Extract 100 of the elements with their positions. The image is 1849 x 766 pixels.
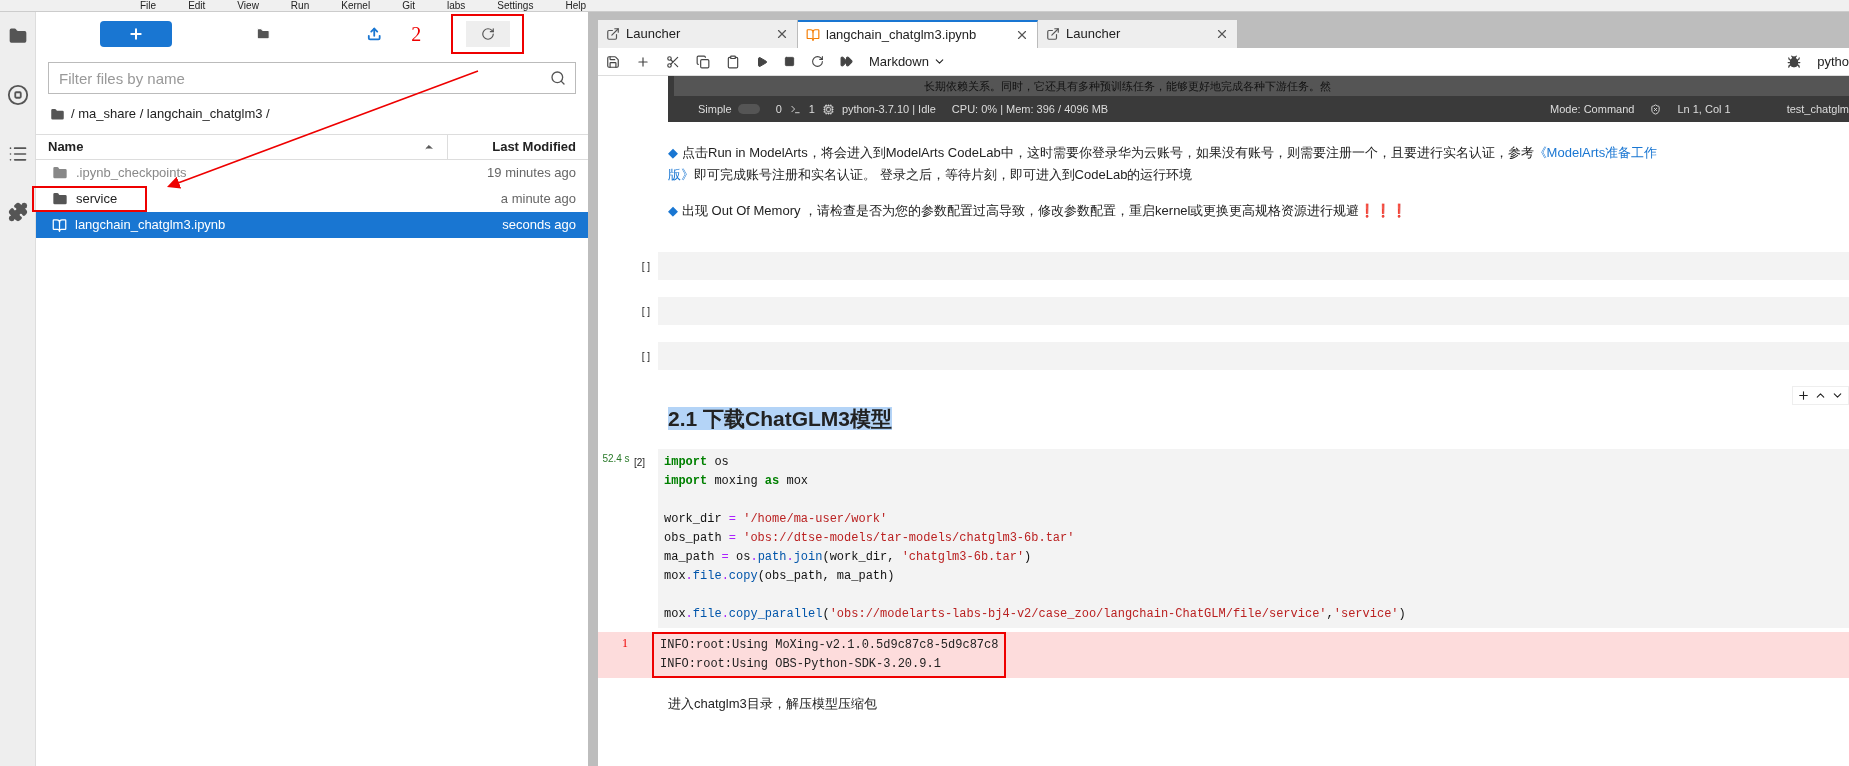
cell-prompt: [2] — [634, 456, 647, 470]
code-token: work_dir — [664, 512, 723, 526]
menu-item[interactable]: Kernel — [341, 0, 371, 11]
code-token: 'obs://dtse-models/tar-models/chatglm3-6b.tar' — [742, 531, 1075, 545]
stop-icon[interactable] — [784, 56, 795, 67]
puzzle-icon[interactable] — [7, 202, 28, 222]
close-icon[interactable] — [1015, 28, 1029, 42]
stop-icon[interactable] — [6, 84, 29, 106]
folder-icon — [52, 191, 68, 207]
menu-item[interactable]: Settings — [497, 0, 534, 11]
breadcrumb[interactable]: / ma_share / langchain_chatglm3 / — [71, 104, 270, 124]
status-text: 1 — [808, 101, 815, 117]
code-token: join — [793, 550, 823, 564]
refresh-button[interactable] — [465, 21, 510, 47]
kernel-name[interactable]: pytho — [1817, 51, 1849, 72]
code-token: = — [728, 531, 736, 545]
list-icon[interactable] — [7, 144, 28, 164]
code-token: file — [692, 569, 722, 583]
code-token: 'chatglm3-6b.tar' — [901, 550, 1025, 564]
add-icon[interactable] — [1797, 389, 1810, 402]
modified-time: a minute ago — [500, 190, 576, 209]
status-text: CPU: 0% | Mem: 396 / 4096 MB — [951, 101, 1109, 117]
code-token: , — [1326, 607, 1334, 621]
annotation-number: 1 — [621, 635, 629, 652]
cell-prompt: [ ] — [640, 349, 651, 364]
bug-icon[interactable] — [1787, 54, 1802, 69]
modified-time: 19 minutes ago — [487, 164, 576, 183]
code-token: '/home/ma-user/work' — [742, 512, 888, 526]
close-icon[interactable] — [1215, 27, 1229, 41]
link[interactable]: 版》 — [668, 164, 694, 186]
paragraph-text: 点击Run in ModelArts，将会进入到ModelArts CodeLab中，这时需要你登录华为云账号，如果没有账号，则需要注册一个，且要进行实名认证，参考 — [682, 144, 1534, 162]
fast-forward-icon[interactable] — [840, 55, 853, 68]
menu-item[interactable]: View — [237, 0, 259, 11]
tab[interactable]: Launcher — [1038, 20, 1238, 48]
folder-icon[interactable] — [7, 26, 28, 46]
copy-icon[interactable] — [696, 54, 710, 69]
modified-time: seconds ago — [502, 216, 576, 235]
code-token: os — [713, 455, 729, 469]
menu-item[interactable]: File — [140, 0, 157, 11]
restart-icon[interactable] — [811, 55, 824, 68]
status-text: test_chatglm — [1786, 101, 1849, 117]
menu-item[interactable]: labs — [446, 0, 466, 11]
code-token: . — [685, 607, 693, 621]
new-launcher-button[interactable] — [100, 21, 173, 47]
tab[interactable]: Launcher — [598, 20, 798, 48]
code-token: = — [721, 550, 729, 564]
code-token: mox — [664, 569, 686, 583]
file-row[interactable]: .ipynb_checkpoints 19 minutes ago — [36, 160, 588, 186]
file-name: service — [76, 190, 118, 209]
paragraph-text: 出现 Out Of Memory ，请检查是否为您的参数配置过高导致，修改参数配置，重启kernel或更换更高规格资源进行规避❗❗❗ — [682, 202, 1408, 220]
code-token: import — [664, 474, 708, 488]
menu-item[interactable]: Run — [290, 0, 310, 11]
toggle-icon — [737, 104, 760, 114]
cell-type-dropdown[interactable]: Markdown — [869, 51, 946, 72]
name-column-header[interactable]: Name — [48, 137, 84, 157]
play-icon[interactable] — [756, 55, 768, 68]
notebook-icon — [806, 28, 820, 42]
file-name: langchain_chatglm3.ipynb — [75, 216, 226, 235]
launcher-icon — [1046, 27, 1060, 41]
tab-label: langchain_chatglm3.ipynb — [826, 26, 978, 45]
code-token: . — [685, 569, 693, 583]
scissors-icon[interactable] — [666, 54, 680, 69]
code-token: os — [735, 550, 751, 564]
code-token: ) — [1024, 550, 1032, 564]
output-line: INFO:root:Using OBS-Python-SDK-3.20.9.1 — [660, 656, 942, 673]
new-folder-icon[interactable] — [256, 26, 271, 42]
clipboard-icon[interactable] — [726, 54, 740, 69]
output-line: INFO:root:Using MoXing-v2.1.0.5d9c87c8-5d9c87c8 — [660, 637, 999, 654]
code-token: (obs_path, ma_path) — [757, 569, 895, 583]
code-token: (work_dir, — [822, 550, 896, 564]
status-text: Mode: Command — [1550, 101, 1635, 117]
code-token: file — [692, 607, 722, 621]
modified-column-header[interactable]: Last Modified — [492, 137, 576, 157]
menu-item[interactable]: Edit — [188, 0, 206, 11]
code-token: . — [786, 550, 794, 564]
annotation-number: 2 — [411, 22, 422, 47]
status-text: python-3.7.10 | Idle — [841, 101, 936, 117]
status-text: Ln 1, Col 1 — [1677, 101, 1731, 117]
bullet: ◆ — [668, 202, 678, 220]
notebook-icon — [52, 217, 67, 233]
search-field[interactable]: Filter files by name — [48, 62, 576, 94]
tab[interactable]: langchain_chatglm3.ipynb — [798, 20, 1038, 48]
terminal-icon — [789, 103, 801, 115]
save-icon[interactable] — [606, 54, 620, 69]
paragraph-text: 即可完成账号注册和实名认证。 登录之后，等待片刻，即可进入到CodeLab的运行环境 — [694, 166, 1193, 184]
code-token: ma_path — [664, 550, 716, 564]
file-row[interactable]: langchain_chatglm3.ipynb seconds ago — [36, 212, 588, 238]
code-token: ) — [1398, 607, 1406, 621]
link[interactable]: 《ModelArts准备工作 — [1533, 142, 1658, 164]
close-icon[interactable] — [775, 27, 789, 41]
code-token: copy — [728, 569, 758, 583]
menu-item[interactable]: Help — [565, 0, 586, 11]
execution-time: 52.4 s — [601, 452, 631, 466]
upload-icon[interactable] — [366, 26, 382, 42]
menu-item[interactable]: Git — [402, 0, 415, 11]
code-token: . — [721, 569, 729, 583]
code-token: mox — [785, 474, 809, 488]
status-text: 0 — [775, 101, 782, 117]
tab-label: Launcher — [1066, 25, 1122, 44]
cell-prompt: [ ] — [640, 304, 651, 319]
